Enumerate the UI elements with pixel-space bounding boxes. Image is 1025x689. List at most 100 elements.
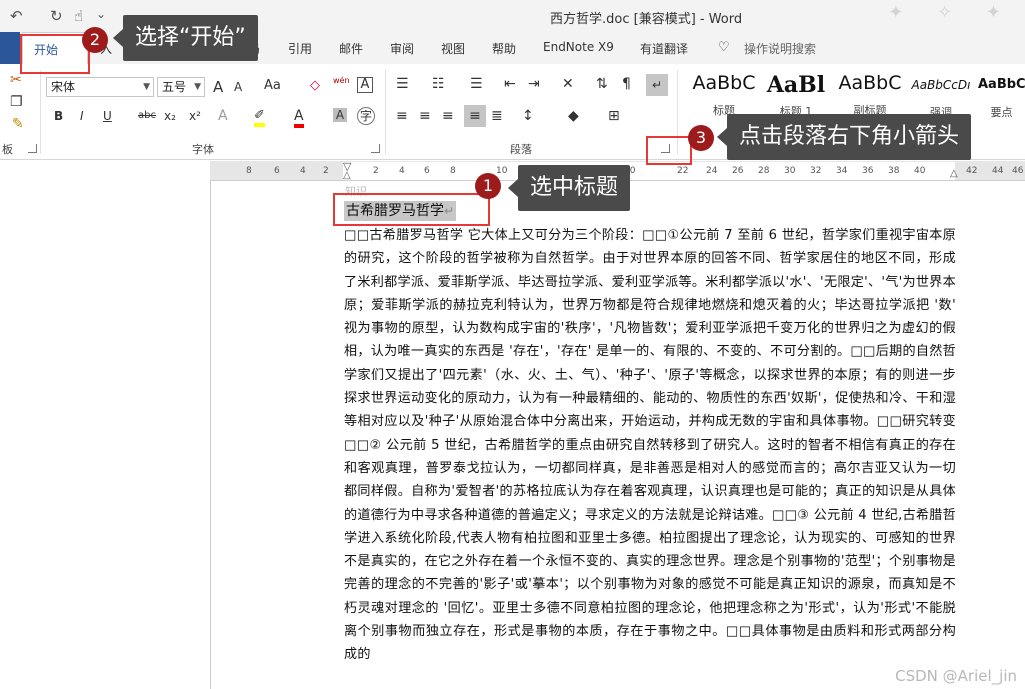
tab-review[interactable]: 审阅 (390, 40, 414, 57)
right-indent-marker-icon[interactable]: △ (950, 168, 958, 179)
ruler-number: 46 (1012, 166, 1024, 176)
tab-file[interactable] (0, 32, 20, 64)
customize-toolbar-icon[interactable]: ⌄ (96, 7, 106, 25)
bold-button[interactable]: B (54, 109, 63, 123)
paragraph-group-label: 段落 (510, 143, 532, 156)
distributed-icon[interactable]: ≣ (491, 108, 503, 124)
ruler-number: 36 (862, 166, 874, 176)
multilevel-list-icon[interactable]: ☰ (470, 76, 483, 92)
ruler-number: 2 (373, 166, 379, 176)
ruler-number: 34 (836, 166, 848, 176)
align-left-icon[interactable]: ≡ (396, 108, 408, 124)
bullets-icon[interactable]: ☰ (396, 76, 409, 92)
watermark: CSDN @Ariel_jin (895, 667, 1017, 685)
clipboard-group-label: 板 (2, 143, 13, 156)
ruler-number: 10 (496, 166, 508, 176)
copy-icon[interactable]: ❐ (10, 94, 23, 110)
ruler-number: 4 (300, 166, 306, 176)
step-marker-3: 3 (688, 125, 714, 151)
subscript-button[interactable]: x₂ (164, 109, 176, 123)
ruler-number: 26 (732, 166, 744, 176)
font-color-icon[interactable]: A (294, 108, 304, 128)
group-divider (40, 70, 41, 154)
numbering-icon[interactable]: ☷ (432, 76, 445, 92)
justify-icon[interactable]: ≡ (464, 105, 486, 127)
ruler-number: 28 (758, 166, 770, 176)
line-spacing-icon[interactable]: ↕ (522, 108, 534, 124)
asian-layout-active-icon[interactable]: ↵ (646, 74, 668, 96)
document-body[interactable]: □□古希腊罗马哲学 它大体上又可分为三个阶段：□□①公元前 7 至前 6 世纪，… (344, 224, 956, 667)
touch-mode-icon[interactable]: ☝ (74, 7, 83, 25)
window-title: 西方哲学.doc [兼容模式] - Word (550, 12, 743, 27)
tab-youdao-translate[interactable]: 有道翻译 (640, 40, 688, 57)
enclose-char-icon[interactable]: 字 (357, 107, 375, 125)
ruler-number: 4 (399, 166, 405, 176)
tab-view[interactable]: 视图 (441, 40, 465, 57)
ruler-number: 6 (424, 166, 430, 176)
tab-mailings[interactable]: 邮件 (339, 40, 363, 57)
pinyin-guide-button[interactable]: wén (333, 76, 350, 85)
change-case-button[interactable]: Aa (264, 78, 281, 93)
style-sample: AaBbCc (978, 77, 1025, 92)
highlight-box-paragraph-launcher (646, 136, 692, 165)
callout-select-heading: 选中标题 (507, 165, 631, 211)
ruler-number: 24 (706, 166, 718, 176)
redo-icon[interactable]: ↻ (50, 7, 63, 25)
hanging-indent-marker-icon[interactable]: △ (343, 170, 351, 181)
tell-me-search[interactable]: 操作说明搜索 (744, 40, 816, 57)
ruler-number: 42 (966, 166, 978, 176)
tab-references[interactable]: 引用 (288, 40, 312, 57)
cut-icon[interactable]: ✂ (10, 72, 22, 88)
align-right-icon[interactable]: ≡ (442, 108, 454, 124)
step-marker-1: 1 (475, 173, 501, 199)
text-effects-icon[interactable]: A (218, 108, 228, 124)
clipboard-launcher-icon[interactable] (28, 144, 37, 153)
underline-button[interactable]: U (103, 109, 112, 123)
char-shading-icon[interactable]: A (333, 108, 347, 122)
clear-format-icon[interactable]: ◇ (310, 78, 320, 93)
font-size-value: 五号 (162, 80, 187, 94)
highlight-box-home-tab (20, 34, 90, 74)
ruler-number: 38 (888, 166, 900, 176)
ruler-number: 6 (274, 166, 280, 176)
tab-endnote[interactable]: EndNote X9 (543, 40, 614, 54)
highlight-box-heading (333, 193, 490, 226)
font-size-combo[interactable]: 五号 ▼ (157, 77, 205, 97)
undo-icon[interactable]: ↶ (10, 7, 23, 25)
sort-icon[interactable]: ⇅ (596, 76, 608, 92)
strikethrough-button[interactable]: abc (138, 110, 156, 121)
font-group-label: 字体 (192, 143, 214, 156)
italic-button[interactable]: I (80, 109, 84, 123)
step-marker-2: 2 (82, 27, 108, 53)
word-window: ↶ ↻ ☝ ⌄ 西方哲学.doc [兼容模式] - Word ✦ ✧ ✦ 入 绘… (0, 0, 1025, 689)
grow-font-button[interactable]: A (213, 78, 223, 96)
tab-help[interactable]: 帮助 (492, 40, 516, 57)
lightbulb-icon: ♡ (718, 40, 730, 55)
align-center-icon[interactable]: ≡ (419, 108, 431, 124)
bird-decoration-icon: ✦ ✧ ✦ (888, 2, 1015, 23)
superscript-button[interactable]: x² (189, 109, 201, 123)
font-launcher-icon[interactable] (371, 144, 380, 153)
callout-click-launcher: 点击段落右下角小箭头 (716, 114, 972, 160)
ruler-number: 8 (450, 166, 456, 176)
font-name-value: 宋体 (51, 80, 76, 94)
increase-indent-icon[interactable]: ⇥ (528, 76, 540, 92)
borders-icon[interactable]: ⊞ (608, 108, 620, 124)
char-border-icon[interactable]: A (357, 77, 373, 93)
show-marks-icon[interactable]: ¶ (622, 76, 631, 92)
shrink-font-button[interactable]: A (234, 80, 242, 94)
style-sample: AaBl (766, 72, 826, 98)
ruler-number: 44 (992, 166, 1004, 176)
highlight-icon[interactable]: ✐ (254, 108, 265, 127)
group-divider (385, 70, 386, 154)
font-name-combo[interactable]: 宋体 ▼ (46, 77, 154, 97)
ruler-number: 32 (810, 166, 822, 176)
decrease-indent-icon[interactable]: ⇤ (504, 76, 516, 92)
shading-icon[interactable]: ◆ (568, 108, 579, 124)
style-sample: AaBbCcDı (911, 78, 971, 92)
chinese-layout-icon[interactable]: ✕ (562, 76, 574, 92)
format-painter-icon[interactable]: ✎ (12, 116, 24, 132)
ruler-number: 22 (677, 166, 689, 176)
style-strong[interactable]: AaBbCc 要点 (978, 72, 1025, 134)
style-sample: AaBbC (838, 72, 902, 94)
